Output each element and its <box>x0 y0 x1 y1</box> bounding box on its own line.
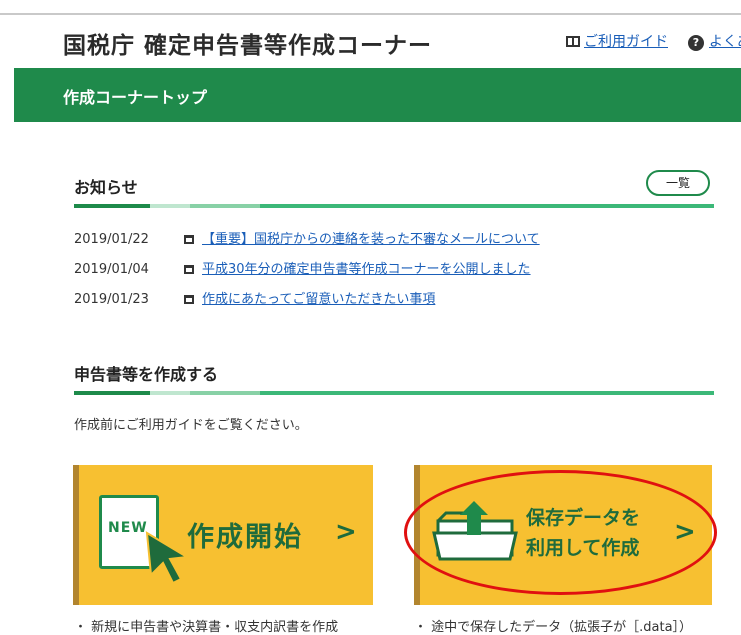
guide-link[interactable]: ご利用ガイド <box>566 31 668 51</box>
guide-link-label: ご利用ガイド <box>584 34 668 50</box>
notice-link[interactable]: 【重要】国税庁からの連絡を装った不審なメールについて <box>202 232 540 247</box>
new-badge: NEW <box>108 520 148 536</box>
guide-note: 作成前にご利用ガイドをご覧ください。 <box>74 418 308 433</box>
notice-date: 2019/01/22 <box>74 232 149 247</box>
notice-link[interactable]: 作成にあたってご留意いただきたい事項 <box>202 292 435 307</box>
create-title: 申告書等を作成する <box>74 365 219 384</box>
saved-data-description: ・ 途中で保存したデータ（拡張子が［.data］） <box>414 620 693 635</box>
top-divider <box>0 13 741 15</box>
create-divider <box>74 391 714 395</box>
notice-row: 2019/01/23 作成にあたってご留意いただきたい事項 <box>74 288 435 308</box>
chevron-right-icon: > <box>335 517 357 547</box>
notice-row: 2019/01/04 平成30年分の確定申告書等作成コーナーを公開しました <box>74 258 531 278</box>
highlight-oval <box>404 470 717 595</box>
start-create-description: ・ 新規に申告書や決算書・収支内訳書を作成 <box>74 620 339 635</box>
notice-date: 2019/01/23 <box>74 292 149 307</box>
faq-link[interactable]: ? よくあ <box>688 31 741 51</box>
notices-list-button[interactable]: 一覧 <box>646 170 710 196</box>
nav-top-label[interactable]: 作成コーナートップ <box>63 84 207 108</box>
window-icon <box>184 235 194 244</box>
window-icon <box>184 265 194 274</box>
card-edge <box>73 465 79 605</box>
site-title: 国税庁 確定申告書等作成コーナー <box>63 33 433 59</box>
book-icon <box>566 36 580 47</box>
start-create-button[interactable]: NEW 作成開始 > <box>73 465 373 605</box>
faq-link-label: よくあ <box>709 34 741 50</box>
notices-divider <box>74 204 714 208</box>
notices-title: お知らせ <box>74 178 138 197</box>
window-icon <box>184 295 194 304</box>
nav-bar: 作成コーナートップ <box>14 68 741 122</box>
notice-link[interactable]: 平成30年分の確定申告書等作成コーナーを公開しました <box>202 262 531 277</box>
question-icon: ? <box>688 35 704 51</box>
notice-date: 2019/01/04 <box>74 262 149 277</box>
start-create-label: 作成開始 <box>187 522 303 553</box>
cursor-icon <box>145 531 191 585</box>
notice-row: 2019/01/22 【重要】国税庁からの連絡を装った不審なメールについて <box>74 228 540 248</box>
